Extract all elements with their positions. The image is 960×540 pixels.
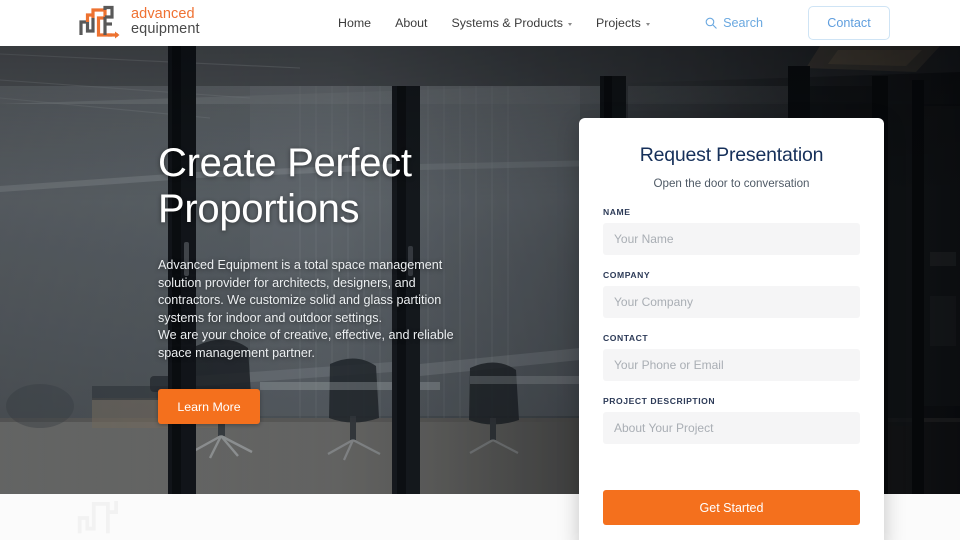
get-started-button-label: Get Started (699, 500, 764, 515)
hero-paragraph: Advanced Equipment is a total space mana… (158, 257, 458, 362)
field-project-description-label: PROJECT DESCRIPTION (603, 396, 716, 406)
hero-paragraph-line-6: space management partner. (158, 345, 315, 360)
name-input[interactable] (603, 223, 860, 255)
page-root: advanced equipment Home About Systems & … (0, 0, 960, 540)
contact-input[interactable] (603, 349, 860, 381)
search-label: Search (723, 16, 763, 30)
advanced-equipment-logo-icon (79, 5, 120, 39)
logo-text-advanced: advanced (131, 5, 195, 22)
hero-paragraph-line-3: contractors. We customize solid and glas… (158, 293, 442, 307)
chevron-down-icon (568, 22, 573, 26)
logo-wordmark: advanced equipment (131, 5, 200, 37)
field-contact: CONTACT (603, 333, 860, 381)
nav-item-systems-products[interactable]: Systems & Products (439, 16, 584, 30)
hero-title-line-2: Proportions (158, 187, 360, 231)
hero-paragraph-line-1: Advanced Equipment is a total space mana… (158, 258, 443, 272)
nav-item-systems-products-label: Systems & Products (451, 16, 564, 30)
learn-more-button[interactable]: Learn More (158, 389, 260, 424)
field-name-label: NAME (603, 207, 631, 217)
learn-more-button-label: Learn More (177, 399, 241, 414)
request-presentation-card: Request Presentation Open the door to co… (579, 118, 884, 540)
site-header: advanced equipment Home About Systems & … (0, 0, 960, 46)
hero-title-line-1: Create Perfect (158, 141, 412, 185)
hero-paragraph-line-4: systems for indoor and outdoor settings. (158, 310, 383, 325)
nav-item-home-label: Home (338, 16, 372, 30)
search-icon (705, 17, 717, 29)
watermark-logo-icon (77, 500, 118, 534)
field-company: COMPANY (603, 270, 860, 318)
field-contact-label: CONTACT (603, 333, 649, 343)
field-company-label: COMPANY (603, 270, 651, 280)
contact-button[interactable]: Contact (808, 6, 890, 40)
company-input[interactable] (603, 286, 860, 318)
form-subtitle: Open the door to conversation (653, 177, 810, 190)
nav-item-about-label: About (395, 16, 428, 30)
field-name: NAME (603, 207, 860, 255)
search-button[interactable]: Search (705, 16, 763, 30)
field-project-description: PROJECT DESCRIPTION (603, 396, 860, 444)
hero-content: Create Perfect Proportions Advanced Equi… (158, 140, 568, 424)
site-logo[interactable]: advanced equipment (78, 5, 200, 39)
project-description-input[interactable] (603, 412, 860, 444)
nav-item-projects[interactable]: Projects (584, 16, 662, 30)
header-actions: Search Contact (705, 0, 960, 46)
nav-item-home[interactable]: Home (338, 16, 383, 30)
logo-text-equipment: equipment (131, 21, 200, 37)
form-title: Request Presentation (639, 144, 824, 166)
main-navigation: Home About Systems & Products Projects (338, 0, 662, 46)
nav-item-about[interactable]: About (383, 16, 439, 30)
get-started-button[interactable]: Get Started (603, 490, 860, 525)
nav-item-projects-label: Projects (596, 16, 641, 30)
contact-button-label: Contact (827, 16, 871, 30)
hero-title: Create Perfect Proportions (158, 140, 568, 232)
hero-paragraph-line-2: solution provider for architects, design… (158, 275, 416, 290)
hero-paragraph-line-5: We are your choice of creative, effectiv… (158, 328, 454, 342)
chevron-down-icon (645, 22, 650, 26)
